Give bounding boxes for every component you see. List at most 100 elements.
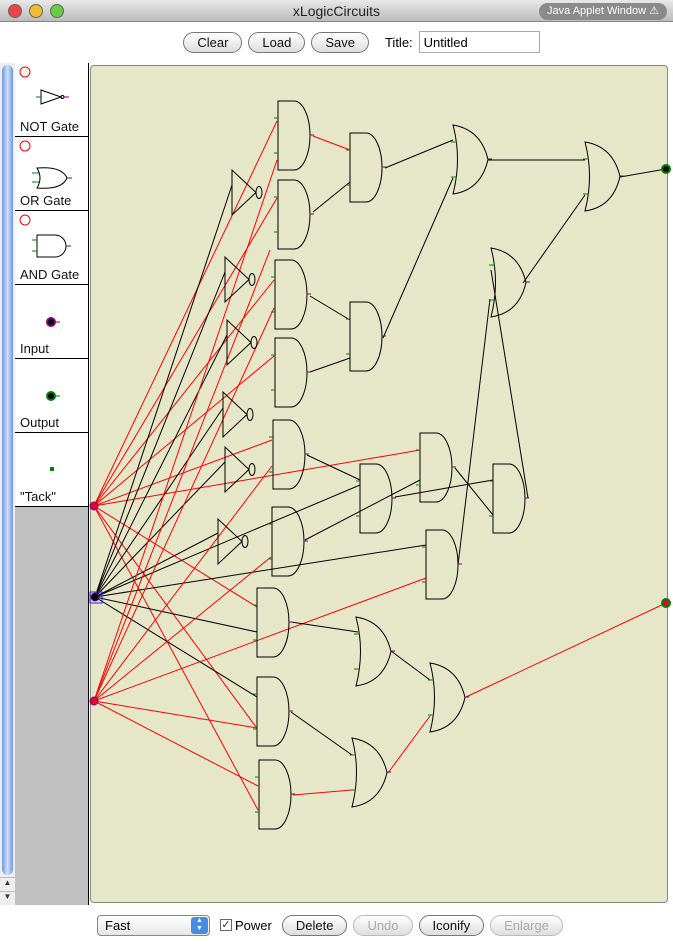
- select-arrows-icon: ▲ ▼: [191, 916, 208, 934]
- and-gate: [349, 132, 383, 203]
- bottom-bar: Fast ▲ ▼ ✓ Power Delete Undo Iconify Enlarg…: [0, 905, 673, 945]
- wire: [304, 479, 421, 541]
- palette-item-input[interactable]: Input: [15, 285, 88, 359]
- wire: [387, 715, 431, 774]
- wire: [290, 711, 353, 756]
- and-gate: [274, 259, 308, 330]
- circuit-canvas-area: [89, 63, 673, 905]
- and-gate: [277, 100, 311, 171]
- gate-input-pin: [253, 604, 257, 641]
- wire: [94, 596, 258, 698]
- close-button[interactable]: [8, 4, 22, 18]
- gate-input-pin: [346, 318, 350, 355]
- and-gate: [425, 529, 459, 600]
- palette-scrollbar[interactable]: ▲ ▼: [0, 63, 15, 905]
- wire: [93, 505, 259, 811]
- undo-button[interactable]: Undo: [353, 914, 413, 936]
- palette-item-and-gate[interactable]: AND Gate: [15, 211, 88, 285]
- wire: [384, 139, 454, 169]
- wire: [93, 700, 258, 729]
- not-bubble: [248, 463, 256, 476]
- load-button[interactable]: Load: [248, 31, 306, 53]
- and-gate: [274, 337, 308, 408]
- gate-input-pin: [489, 264, 495, 301]
- output-node: [661, 598, 671, 608]
- not-bubble: [248, 273, 256, 286]
- wire: [619, 168, 667, 178]
- clear-button[interactable]: Clear: [183, 31, 243, 53]
- checkmark-icon: ✓: [220, 919, 232, 931]
- enlarge-button[interactable]: Enlarge: [490, 914, 563, 936]
- not-gate: [217, 517, 243, 566]
- circuit-diagram[interactable]: [89, 63, 673, 905]
- not-bubble: [255, 186, 263, 199]
- wire: [93, 505, 258, 608]
- wire: [94, 461, 226, 598]
- input-node: [89, 696, 99, 706]
- palette-item-or-gate[interactable]: OR Gate: [15, 137, 88, 211]
- or-gate: [490, 247, 527, 318]
- minimize-button[interactable]: [29, 4, 43, 18]
- and-gate: [256, 587, 290, 658]
- gate-input-pin: [451, 141, 457, 178]
- palette-item-output[interactable]: Output: [15, 359, 88, 433]
- or-gate: [452, 124, 489, 195]
- power-checkbox[interactable]: ✓ Power: [220, 918, 272, 933]
- and-gate: [256, 676, 290, 747]
- not-bubble: [241, 535, 249, 548]
- not-gate: [222, 390, 248, 439]
- toolbar: Clear Load Save Title:: [0, 22, 673, 62]
- not-gate: [224, 445, 250, 494]
- save-button[interactable]: Save: [311, 31, 369, 53]
- gate-input-pin: [271, 354, 275, 391]
- scroll-up-arrow[interactable]: ▲: [0, 877, 15, 891]
- or-gate: [351, 737, 388, 808]
- wire: [306, 454, 361, 481]
- gate-input-pin: [422, 546, 426, 583]
- delete-button[interactable]: Delete: [281, 914, 348, 936]
- wire: [382, 177, 454, 339]
- and-gate: [271, 506, 305, 577]
- wire: [93, 355, 275, 507]
- title-label: Title:: [384, 34, 413, 50]
- input-node: [89, 501, 99, 511]
- wire: [312, 135, 351, 151]
- gate-input-pin: [583, 158, 589, 195]
- or-gate: [429, 662, 466, 733]
- wire: [394, 479, 494, 498]
- wire: [312, 181, 351, 213]
- wire: [94, 184, 233, 598]
- wire: [93, 249, 271, 702]
- palette-item-tack[interactable]: "Tack": [15, 433, 88, 507]
- wire: [454, 467, 494, 516]
- zoom-button[interactable]: [50, 4, 64, 18]
- wire: [93, 159, 278, 702]
- or-gate: [355, 616, 392, 687]
- title-input[interactable]: [418, 31, 540, 53]
- gate-input-pin: [255, 776, 259, 813]
- wire: [93, 577, 427, 702]
- wire: [292, 789, 353, 796]
- gate-input-pin: [428, 679, 434, 716]
- input-node: [90, 592, 100, 602]
- app-window: xLogicCircuits Java Applet Window ⚠ Clea…: [0, 0, 673, 945]
- iconify-button[interactable]: Iconify: [418, 914, 485, 936]
- wire: [309, 295, 351, 321]
- and-gate: [359, 463, 393, 534]
- gate-input-pin: [268, 523, 272, 560]
- gate-input-pin: [354, 633, 360, 670]
- scroll-down-arrow[interactable]: ▼: [0, 891, 15, 905]
- speed-select[interactable]: Fast ▲ ▼: [97, 914, 210, 936]
- scrollbar-thumb[interactable]: [2, 65, 13, 875]
- wire: [94, 334, 228, 598]
- and-gate: [349, 301, 383, 372]
- gate-input-pin: [346, 149, 350, 186]
- title-bar: xLogicCircuits Java Applet Window ⚠: [0, 0, 673, 22]
- applet-badge: Java Applet Window ⚠: [539, 3, 667, 20]
- and-gate: [277, 179, 311, 250]
- wire: [93, 197, 278, 507]
- gate-input-pin: [350, 754, 356, 791]
- wire: [93, 307, 275, 702]
- wire: [290, 621, 359, 633]
- palette-item-not-gate[interactable]: NOT Gate: [15, 63, 88, 137]
